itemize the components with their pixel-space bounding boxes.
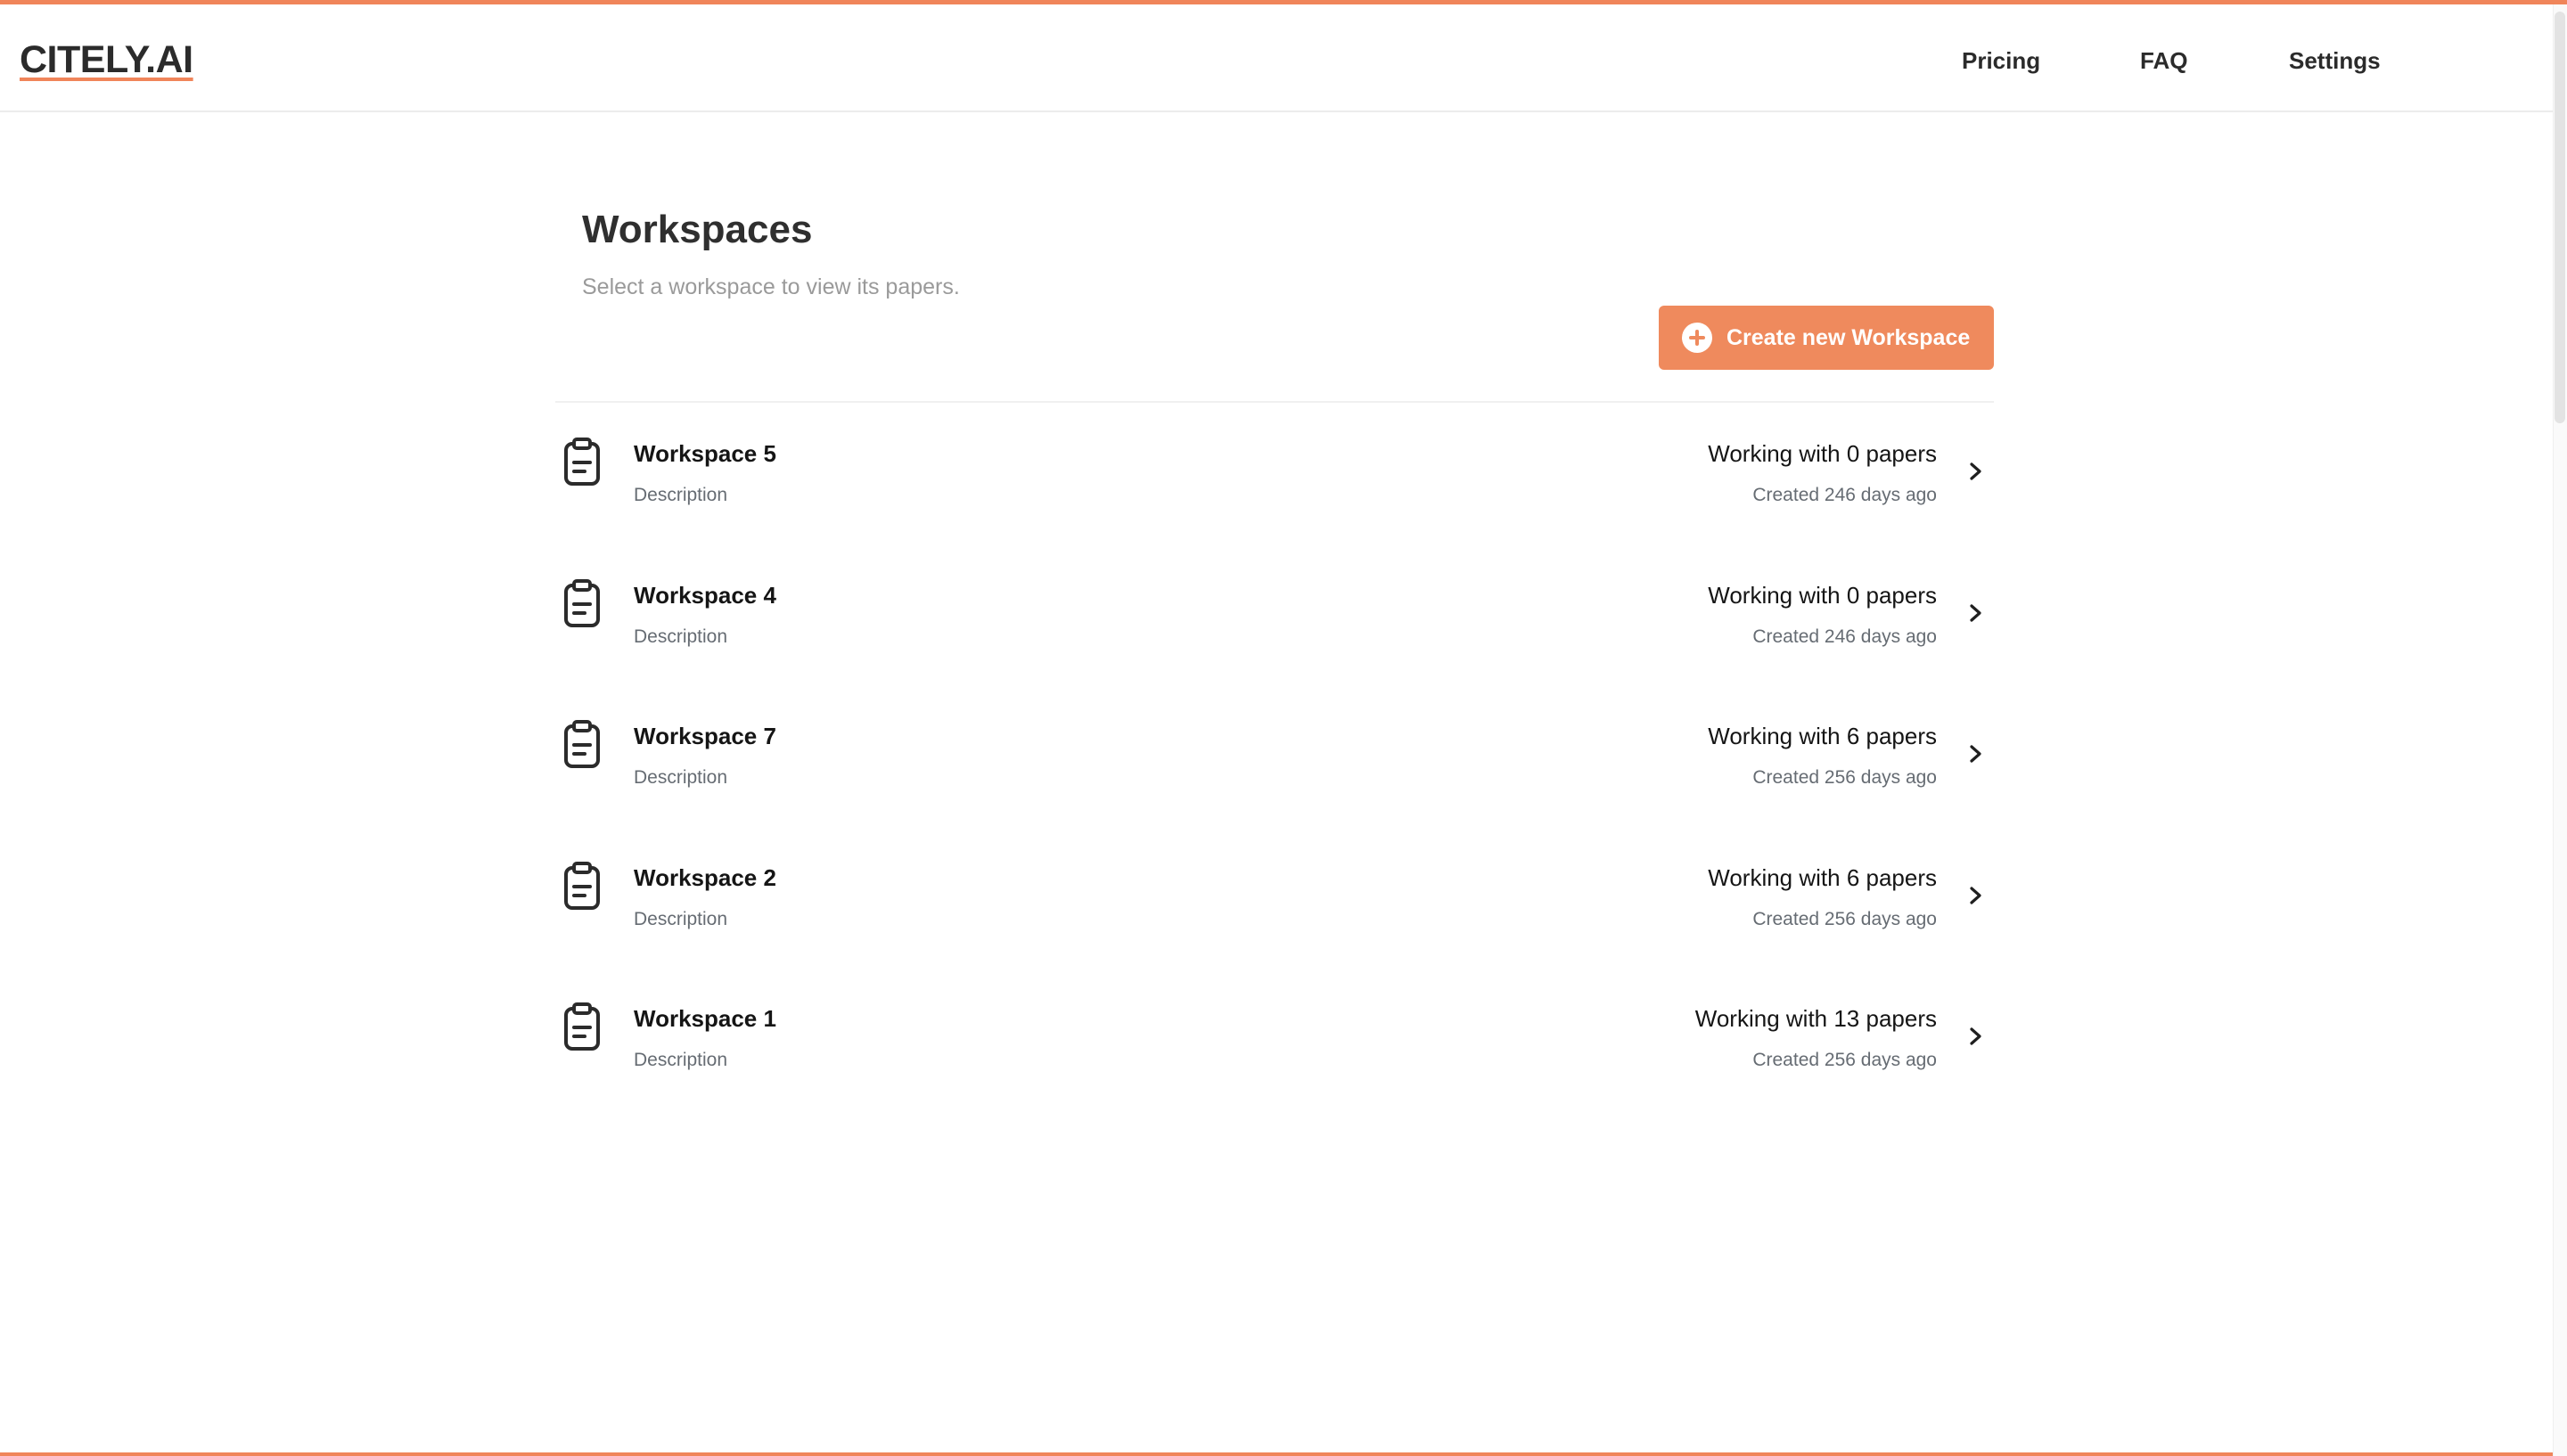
clipboard-icon [564, 438, 600, 486]
chevron-right-icon[interactable] [1965, 882, 1987, 909]
workspace-name: Workspace 1 [634, 1005, 776, 1032]
workspace-description: Description [634, 485, 728, 505]
chevron-right-icon[interactable] [1965, 458, 1987, 485]
clipboard-icon [564, 861, 600, 910]
workspace-row[interactable]: Workspace 7 Description Working with 6 p… [555, 685, 1994, 827]
plus-circle-icon [1682, 323, 1712, 353]
clipboard-icon [564, 578, 600, 627]
workspace-created-date: Created 256 days ago [1752, 767, 1937, 788]
workspace-created-date: Created 246 days ago [1752, 626, 1937, 647]
workspace-name: Workspace 5 [634, 440, 776, 467]
workspace-paper-count: Working with 13 papers [1694, 1005, 1937, 1032]
workspace-paper-count: Working with 0 papers [1708, 581, 1937, 609]
workspace-list: Workspace 5 Description Working with 0 p… [555, 403, 1994, 1109]
workspace-paper-count: Working with 0 papers [1708, 440, 1937, 467]
nav-pricing-link[interactable]: Pricing [1962, 47, 2040, 75]
nav-settings-link[interactable]: Settings [2289, 47, 2381, 75]
top-navbar: CITELY.AI Pricing FAQ Settings [0, 4, 2553, 112]
workspace-row[interactable]: Workspace 2 Description Working with 6 p… [555, 827, 1994, 969]
workspace-row[interactable]: Workspace 4 Description Working with 0 p… [555, 544, 1994, 686]
create-workspace-label: Create new Workspace [1726, 324, 1971, 350]
nav-faq-link[interactable]: FAQ [2140, 47, 2187, 75]
page: CITELY.AI Pricing FAQ Settings Workspace… [0, 0, 2567, 1456]
clipboard-icon [564, 1002, 600, 1051]
logo[interactable]: CITELY.AI [20, 38, 193, 82]
workspace-name: Workspace 7 [634, 723, 776, 749]
page-title: Workspaces [582, 208, 813, 251]
workspace-description: Description [634, 908, 728, 929]
workspace-description: Description [634, 1050, 728, 1070]
scrollbar-track[interactable] [2553, 4, 2567, 1456]
workspace-created-date: Created 256 days ago [1752, 1050, 1937, 1070]
clipboard-icon [564, 720, 600, 768]
workspace-paper-count: Working with 6 papers [1708, 863, 1937, 891]
create-workspace-button[interactable]: Create new Workspace [1659, 306, 1994, 370]
page-subtitle: Select a workspace to view its papers. [582, 274, 960, 299]
workspace-created-date: Created 256 days ago [1752, 908, 1937, 929]
workspace-row[interactable]: Workspace 1 Description Working with 13 … [555, 968, 1994, 1109]
workspace-description: Description [634, 626, 728, 647]
chevron-right-icon[interactable] [1965, 600, 1987, 626]
workspace-name: Workspace 4 [634, 581, 776, 609]
chevron-right-icon[interactable] [1965, 1023, 1987, 1050]
workspace-paper-count: Working with 6 papers [1708, 723, 1937, 749]
workspace-name: Workspace 2 [634, 863, 776, 891]
scrollbar-thumb[interactable] [2555, 12, 2565, 423]
workspace-description: Description [634, 767, 728, 788]
workspace-created-date: Created 246 days ago [1752, 485, 1937, 505]
chevron-right-icon[interactable] [1965, 740, 1987, 767]
workspace-row[interactable]: Workspace 5 Description Working with 0 p… [555, 403, 1994, 544]
